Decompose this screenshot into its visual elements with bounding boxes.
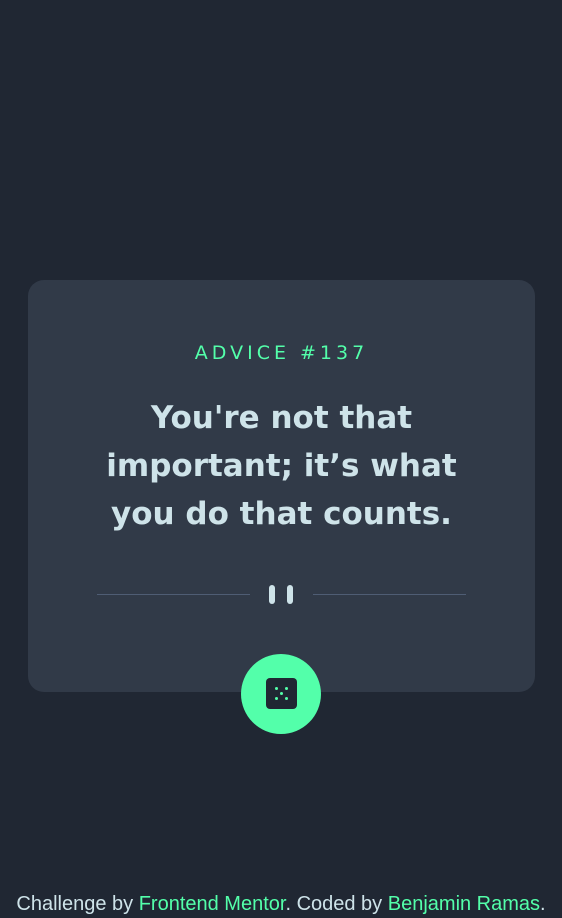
advice-id-label: ADVICE #137 (194, 342, 369, 364)
advice-quote-line: you do that counts. (111, 496, 452, 532)
divider-line-left (97, 594, 250, 595)
advice-quote: You're not that important; it’s what you… (28, 394, 535, 538)
advice-quote-line: You're not that (150, 400, 413, 436)
footer-prefix: Challenge by (16, 893, 139, 915)
frontend-mentor-link[interactable]: Frontend Mentor (139, 893, 286, 915)
pause-icon (269, 585, 295, 605)
attribution-footer: Challenge by Frontend Mentor. Coded by B… (0, 893, 562, 916)
divider (97, 580, 466, 610)
divider-line-right (313, 594, 466, 595)
advice-card: ADVICE #137 You're not that important; i… (28, 280, 535, 692)
advice-quote-line: important; it’s what (106, 448, 457, 484)
author-link[interactable]: Benjamin Ramas (388, 893, 540, 915)
new-advice-button[interactable] (241, 654, 321, 734)
dice-icon (266, 678, 297, 709)
footer-suffix: . (540, 893, 546, 915)
footer-middle: . Coded by (285, 893, 388, 915)
